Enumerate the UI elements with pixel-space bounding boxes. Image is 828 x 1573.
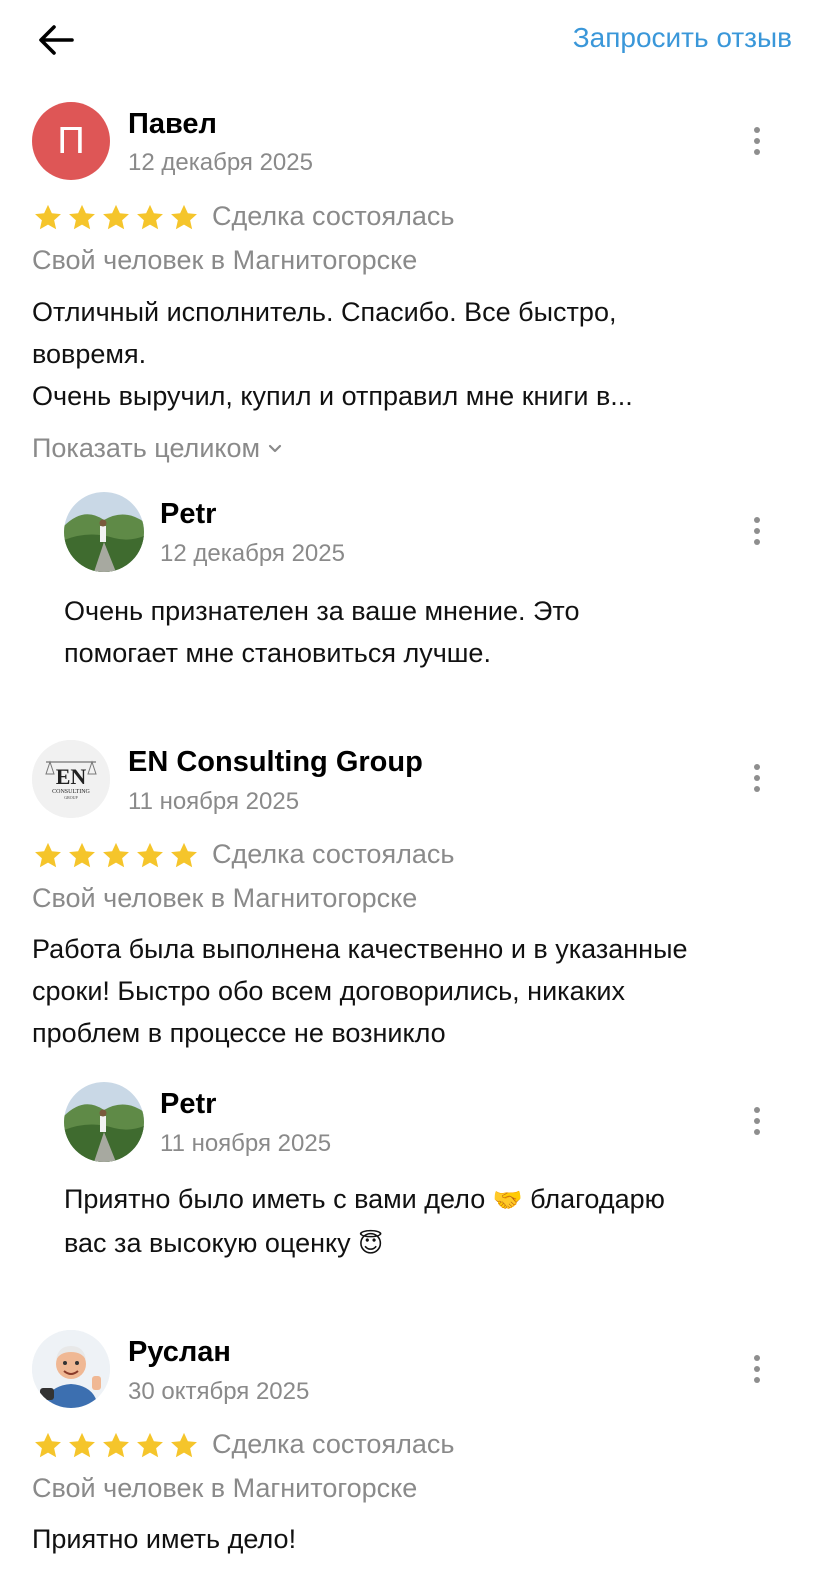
star-icon — [171, 1432, 197, 1458]
avatar-illustration[interactable] — [32, 1330, 110, 1408]
avatar-logo[interactable]: EN CONSULTING GROUP — [32, 740, 110, 818]
reply-date: 12 декабря 2025 — [160, 540, 345, 567]
review-author-name[interactable]: EN Consulting Group — [128, 746, 423, 779]
review-text: Приятно иметь дело! — [32, 1518, 802, 1560]
landscape-photo-icon — [64, 492, 144, 572]
star-icon — [171, 842, 197, 868]
star-icon — [35, 842, 61, 868]
review-date: 30 октября 2025 — [128, 1378, 310, 1405]
star-icon — [69, 204, 95, 230]
reply-avatar-photo[interactable] — [64, 492, 144, 572]
back-button[interactable] — [34, 18, 78, 62]
reply-text-line: Приятно было иметь с вами дело 🤝 благода… — [64, 1178, 804, 1222]
arrow-left-icon — [39, 25, 74, 55]
star-icon — [137, 1432, 163, 1458]
svg-text:EN: EN — [56, 764, 87, 789]
rating-stars — [32, 202, 200, 234]
review-text-line: Очень выручил, купил и отправил мне книг… — [32, 381, 633, 411]
review-category: Свой человек в Магнитогорске — [32, 245, 418, 275]
review-text: Отличный исполнитель. Спасибо. Все быстр… — [32, 291, 802, 417]
avatar-letter: П — [57, 119, 85, 162]
review-text-line: Работа была выполнена качественно и в ук… — [32, 934, 688, 964]
landscape-photo-icon — [64, 1082, 144, 1162]
more-options-button[interactable] — [743, 1349, 771, 1389]
person-thumbs-up-icon — [32, 1330, 110, 1408]
star-icon — [103, 1432, 129, 1458]
star-icon — [103, 842, 129, 868]
review-text-line: проблем в процессе не возникло — [32, 1018, 446, 1048]
handshake-emoji-icon: 🤝 — [492, 1186, 523, 1214]
reply-author-name[interactable]: Petr — [160, 1088, 216, 1121]
review-text-line: сроки! Быстро обо всем договорились, ник… — [32, 976, 625, 1006]
show-full-button[interactable]: Показать целиком — [32, 433, 284, 464]
review-text-line: Приятно иметь дело! — [32, 1524, 297, 1554]
more-dots-icon — [754, 127, 760, 133]
reply-author-name[interactable]: Petr — [160, 498, 216, 531]
star-icon — [103, 204, 129, 230]
avatar[interactable]: П — [32, 102, 110, 180]
star-icon — [171, 204, 197, 230]
deal-status: Сделка состоялась — [212, 839, 455, 869]
svg-text:GROUP: GROUP — [64, 795, 78, 800]
reply-text-line: помогает мне становиться лучше. — [64, 638, 491, 668]
request-review-link[interactable]: Запросить отзыв — [573, 22, 792, 54]
review-date: 12 декабря 2025 — [128, 149, 313, 176]
rating-stars — [32, 840, 200, 872]
review-text-line: Отличный исполнитель. Спасибо. Все быстр… — [32, 297, 617, 327]
reply-more-options-button[interactable] — [743, 511, 771, 551]
review-date: 11 ноября 2025 — [128, 788, 300, 815]
star-icon — [35, 1432, 61, 1458]
star-icon — [137, 204, 163, 230]
deal-status: Сделка состоялась — [212, 201, 455, 231]
reply-text: Приятно было иметь с вами дело 🤝 благода… — [64, 1178, 804, 1266]
rating-stars — [32, 1430, 200, 1462]
star-icon — [69, 842, 95, 868]
more-dots-icon — [754, 517, 760, 523]
company-logo-icon: EN CONSULTING GROUP — [32, 740, 110, 818]
review-author-name[interactable]: Руслан — [128, 1336, 231, 1369]
review-category: Свой человек в Магнитогорске — [32, 1473, 418, 1503]
deal-status: Сделка состоялась — [212, 1429, 455, 1459]
review-category: Свой человек в Магнитогорске — [32, 883, 418, 913]
star-icon — [35, 204, 61, 230]
more-dots-icon — [754, 764, 760, 770]
star-icon — [137, 842, 163, 868]
more-dots-icon — [754, 1107, 760, 1113]
reply-text-line: вас за высокую оценку 😇 — [64, 1222, 804, 1266]
review-text: Работа была выполнена качественно и в ук… — [32, 928, 812, 1054]
reply-text: Очень признателен за ваше мнение. Это по… — [64, 590, 804, 674]
more-options-button[interactable] — [743, 121, 771, 161]
reply-avatar-photo[interactable] — [64, 1082, 144, 1162]
more-options-button[interactable] — [743, 758, 771, 798]
chevron-down-icon — [268, 444, 282, 452]
reply-date: 11 ноября 2025 — [160, 1130, 332, 1157]
review-author-name[interactable]: Павел — [128, 108, 217, 141]
show-full-label: Показать целиком — [32, 433, 261, 463]
top-bar: Запросить отзыв — [0, 0, 828, 82]
smiling-halo-emoji-icon: 😇 — [358, 1230, 384, 1258]
review-text-line: вовремя. — [32, 339, 147, 369]
reply-text-line: Очень признателен за ваше мнение. Это — [64, 596, 580, 626]
reply-more-options-button[interactable] — [743, 1101, 771, 1141]
more-dots-icon — [754, 1355, 760, 1361]
star-icon — [69, 1432, 95, 1458]
